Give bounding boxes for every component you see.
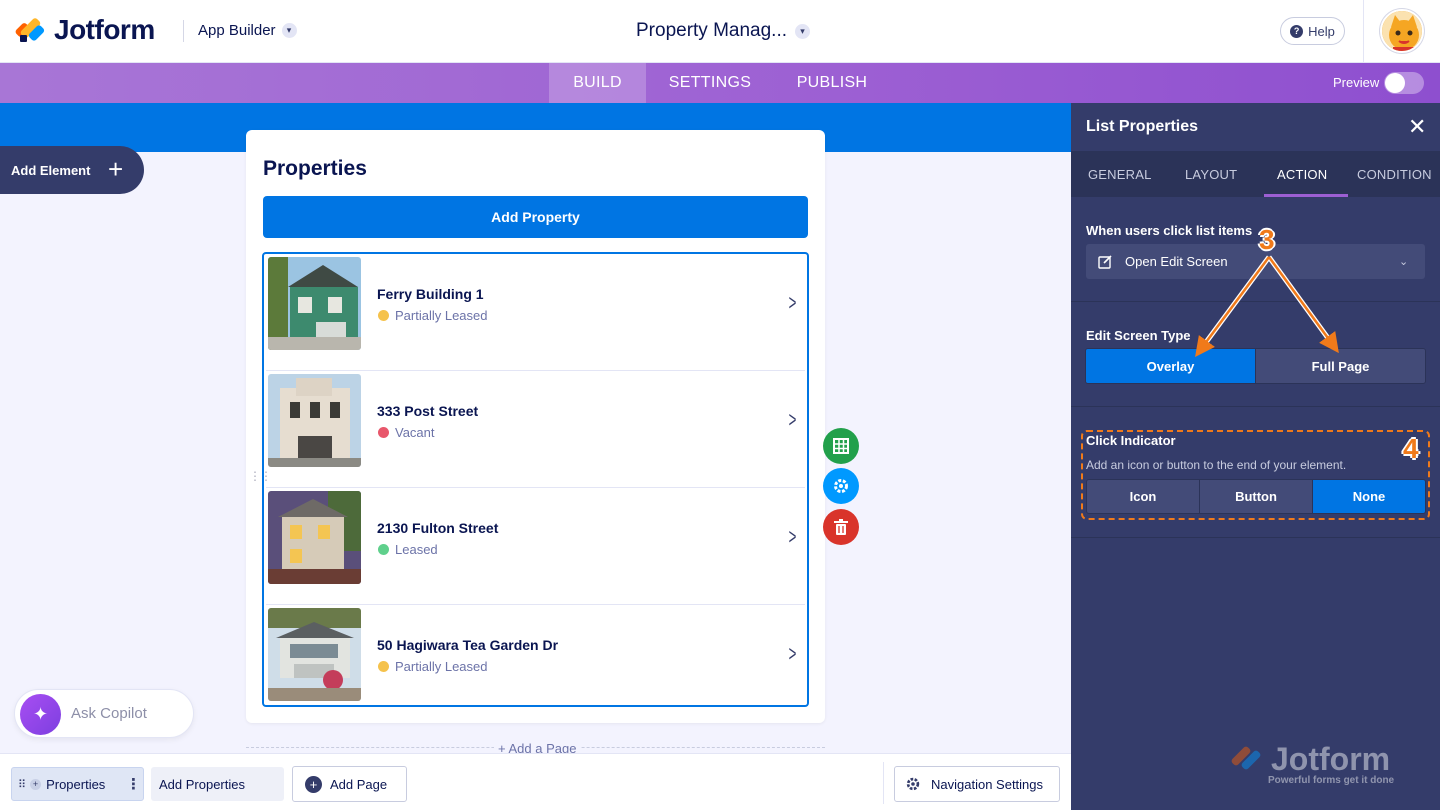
more-options-icon[interactable]: ⋮ <box>126 775 141 793</box>
preview-toggle[interactable] <box>1384 72 1424 94</box>
add-element-label: Add Element <box>11 162 91 178</box>
page-tab-label: Add Properties <box>159 776 245 792</box>
plus-icon: + <box>108 154 124 184</box>
page-tab-add-properties[interactable]: Add Properties <box>151 767 284 801</box>
table-view-button[interactable] <box>823 428 859 464</box>
page-bar: ⠿ + Properties ⋮ Add Properties + Add Pa… <box>0 753 1071 810</box>
trash-icon <box>834 519 848 535</box>
drag-handle-icon[interactable]: ⋮⋮ <box>249 470 272 482</box>
page-tab-properties[interactable]: ⠿ + Properties ⋮ <box>11 767 144 801</box>
page-icon: + <box>30 778 42 790</box>
list-element-card[interactable]: Properties Add Property Ferry Building 1… <box>246 130 825 723</box>
annotation-arrows-icon <box>1195 255 1339 358</box>
drag-handle-icon[interactable]: ⠿ <box>18 778 26 791</box>
house-image-icon <box>268 491 361 584</box>
add-page-button[interactable]: + Add Page <box>292 766 407 802</box>
status-text: Leased <box>395 542 438 557</box>
property-status: Partially Leased <box>378 659 488 674</box>
house-image-icon <box>268 374 361 467</box>
status-dot <box>378 544 389 555</box>
jotform-logo-icon <box>14 15 46 45</box>
annotation-number: 4 <box>1403 433 1419 464</box>
chevron-down-icon: ▾ <box>281 23 297 38</box>
list-item[interactable]: 333 Post Street Vacant > <box>266 371 805 488</box>
builder-canvas: Add Element + Properties Add Property Fe… <box>0 103 1071 753</box>
avatar[interactable] <box>1380 9 1424 53</box>
list-item[interactable]: Ferry Building 1 Partially Leased > <box>266 254 805 371</box>
list-properties-panel: List Properties ✕ GENERAL LAYOUT ACTION … <box>1071 103 1440 810</box>
add-page-link[interactable]: + Add a Page <box>494 741 581 753</box>
delete-element-button[interactable] <box>823 509 859 545</box>
help-button[interactable]: ? Help <box>1280 17 1345 45</box>
property-photo <box>268 608 361 701</box>
add-element-button[interactable]: Add Element + <box>0 146 144 194</box>
tab-build[interactable]: BUILD <box>549 63 646 103</box>
property-photo <box>268 491 361 584</box>
brand-name: Jotform <box>54 14 155 45</box>
jotform-logo[interactable]: Jotform <box>14 14 155 46</box>
app-builder-label: App Builder <box>198 22 276 39</box>
add-property-button[interactable]: Add Property <box>263 196 808 238</box>
gear-icon <box>906 777 920 791</box>
property-photo <box>268 257 361 350</box>
chevron-right-icon: > <box>788 641 797 666</box>
tab-publish[interactable]: PUBLISH <box>774 63 890 103</box>
divider <box>183 20 184 42</box>
navigation-settings-button[interactable]: Navigation Settings <box>894 766 1060 802</box>
builder-nav: BUILD SETTINGS PUBLISH Preview <box>0 63 1440 103</box>
annotation-highlight-box <box>1081 430 1430 520</box>
status-dot <box>378 427 389 438</box>
status-dot <box>378 661 389 672</box>
property-name: 2130 Fulton Street <box>377 520 499 536</box>
grid-icon <box>833 438 849 454</box>
page-tab-label: Properties <box>46 776 106 792</box>
help-label: Help <box>1308 23 1335 39</box>
gear-icon <box>834 479 848 493</box>
property-name: Ferry Building 1 <box>377 286 484 302</box>
list-title: Properties <box>263 157 367 180</box>
app-title-menu[interactable]: Property Manag... ▾ <box>636 20 811 42</box>
add-page-label: Add Page <box>330 776 388 792</box>
status-dot <box>378 310 389 321</box>
preview-label: Preview <box>1333 75 1380 90</box>
chevron-right-icon: > <box>788 407 797 432</box>
house-image-icon <box>268 257 361 350</box>
top-bar: Jotform App Builder ▾ Property Manag... … <box>0 0 1440 63</box>
cat-avatar-icon <box>1382 11 1422 51</box>
property-name: 50 Hagiwara Tea Garden Dr <box>377 637 559 653</box>
property-status: Vacant <box>378 425 435 440</box>
plus-circle-icon: + <box>305 775 322 793</box>
app-builder-menu[interactable]: App Builder ▾ <box>198 22 297 39</box>
chevron-down-icon: ▾ <box>795 23 811 39</box>
property-status: Leased <box>378 542 438 557</box>
property-list[interactable]: Ferry Building 1 Partially Leased > 333 <box>262 252 809 707</box>
tab-settings[interactable]: SETTINGS <box>646 63 774 103</box>
watermark-tagline: Powerful forms get it done <box>1268 775 1395 786</box>
watermark-brand: Jotform <box>1271 741 1391 777</box>
element-settings-button[interactable] <box>823 468 859 504</box>
sparkle-icon: ✦ <box>20 694 61 735</box>
divider <box>1363 0 1364 63</box>
property-photo <box>268 374 361 467</box>
app-title: Property Manag... <box>636 20 788 41</box>
chevron-right-icon: > <box>788 290 797 315</box>
navigation-settings-label: Navigation Settings <box>931 776 1044 792</box>
question-icon: ? <box>1290 24 1304 38</box>
status-text: Partially Leased <box>395 308 488 323</box>
property-status: Partially Leased <box>378 308 488 323</box>
property-name: 333 Post Street <box>377 403 479 419</box>
jotform-logo-icon <box>1231 746 1261 770</box>
list-item[interactable]: 50 Hagiwara Tea Garden Dr Partially Leas… <box>266 605 805 722</box>
chevron-right-icon: > <box>788 524 797 549</box>
ask-copilot-button[interactable]: ✦ Ask Copilot <box>14 689 194 738</box>
status-text: Vacant <box>395 425 435 440</box>
status-text: Partially Leased <box>395 659 488 674</box>
house-image-icon <box>268 608 361 701</box>
divider <box>883 762 884 804</box>
list-item[interactable]: 2130 Fulton Street Leased > <box>266 488 805 605</box>
copilot-label: Ask Copilot <box>71 705 147 722</box>
